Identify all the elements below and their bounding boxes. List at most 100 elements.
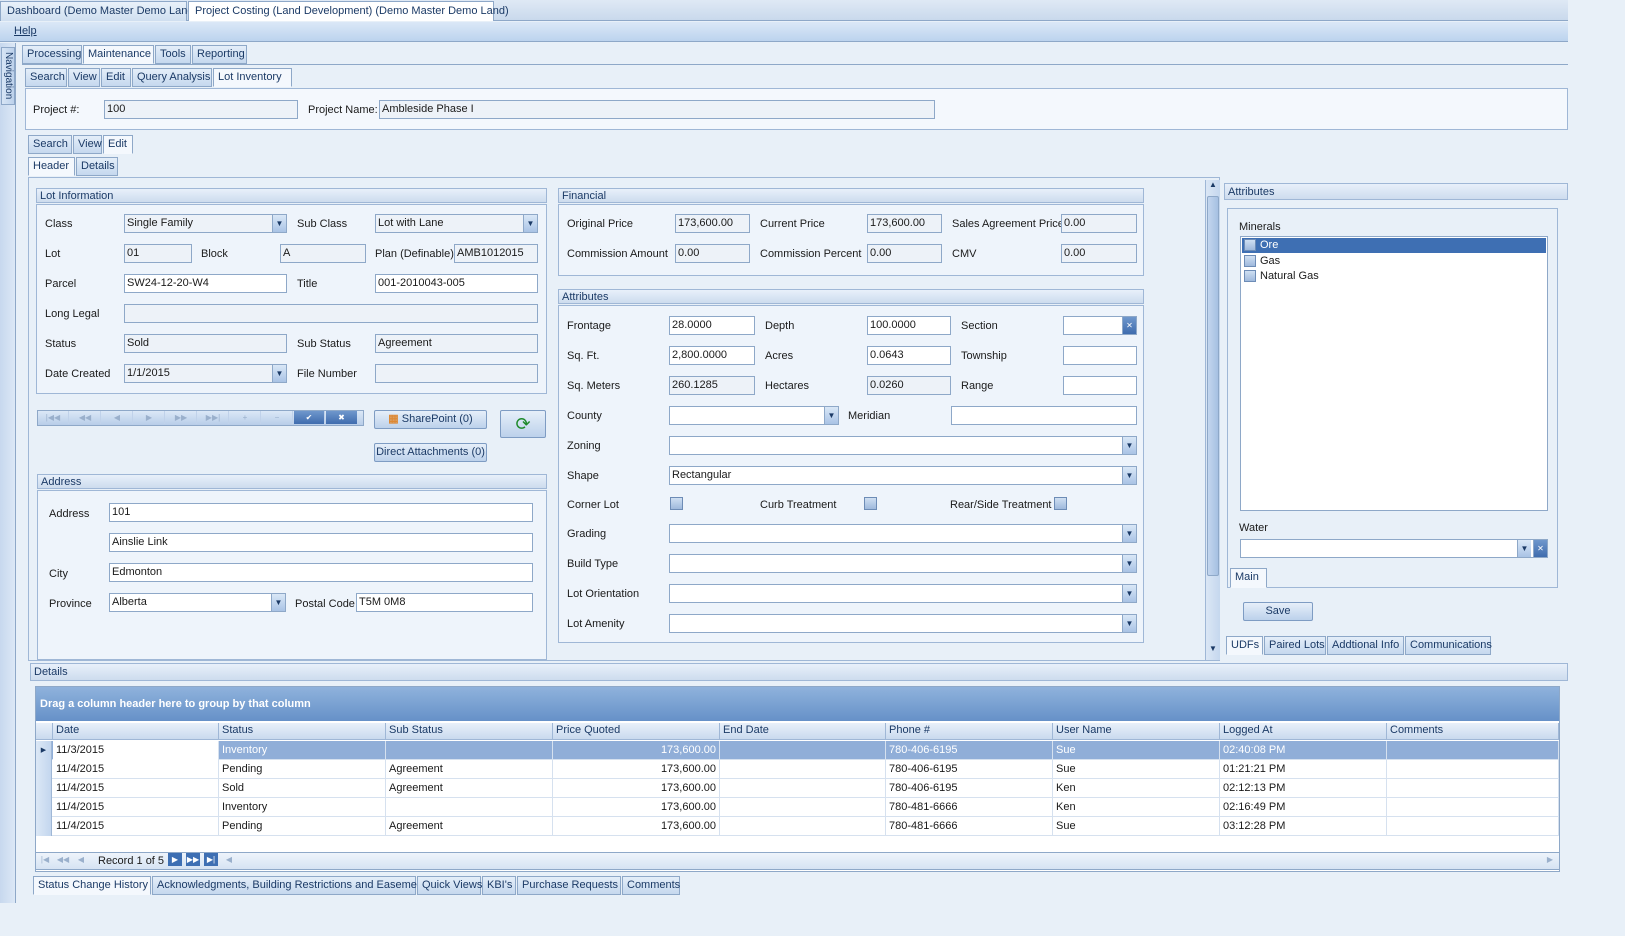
next-record-icon[interactable]: ▶ (168, 853, 182, 866)
postal-code-field[interactable]: T5M 0M8 (356, 593, 533, 612)
project-name-field[interactable]: Ambleside Phase I (379, 100, 935, 119)
table-cell[interactable]: Pending (219, 817, 386, 836)
commission-amount-field[interactable]: 0.00 (675, 244, 750, 263)
refresh-icon[interactable]: ⟳ (500, 410, 546, 438)
plan-field[interactable]: AMB1012015 (454, 244, 538, 263)
sharepoint-button[interactable]: ▦ SharePoint (0) (374, 410, 487, 429)
table-cell[interactable]: 780-406-6195 (886, 779, 1053, 798)
rear-side-treatment-checkbox[interactable] (1054, 497, 1067, 510)
table-cell[interactable]: Inventory (219, 798, 386, 817)
tab-lot-inventory[interactable]: Lot Inventory (213, 68, 292, 87)
table-cell[interactable]: Sold (219, 779, 386, 798)
table-cell[interactable]: Agreement (386, 760, 553, 779)
commission-percent-field[interactable]: 0.00 (867, 244, 942, 263)
first-record-icon[interactable]: |◀◀ (38, 411, 69, 424)
next-record-icon[interactable]: ▶ (134, 411, 165, 424)
tab-mode-search[interactable]: Search (28, 135, 72, 154)
table-cell[interactable]: 173,600.00 (553, 798, 720, 817)
table-cell[interactable] (1387, 760, 1559, 779)
table-cell[interactable]: Ken (1053, 779, 1220, 798)
section-field[interactable]: ✕ (1063, 316, 1137, 335)
row-indicator[interactable] (36, 798, 52, 817)
clear-icon[interactable]: ✕ (1122, 317, 1136, 334)
table-cell[interactable] (1387, 817, 1559, 836)
navigation-toggle[interactable]: Navigation (1, 47, 15, 105)
chevron-down-icon[interactable]: ▼ (1122, 585, 1136, 602)
mineral-item-natural-gas[interactable]: Natural Gas (1242, 269, 1546, 284)
subclass-select[interactable]: Lot with Lane ▼ (375, 214, 538, 233)
tab-mode-edit[interactable]: Edit (103, 135, 133, 154)
tab-udfs[interactable]: UDFs (1226, 636, 1263, 655)
scroll-down-icon[interactable]: ▼ (1206, 644, 1220, 658)
lot-orientation-select[interactable]: ▼ (669, 584, 1137, 603)
table-cell[interactable]: 780-406-6195 (886, 760, 1053, 779)
column-header[interactable]: Phone # (886, 723, 1053, 740)
first-record-icon[interactable]: |◀ (38, 853, 52, 866)
tab-additional-info[interactable]: Addtional Info (1327, 636, 1404, 655)
clear-icon[interactable]: ✕ (1533, 540, 1547, 557)
table-cell[interactable]: 173,600.00 (553, 779, 720, 798)
table-row[interactable]: 11/4/2015 Pending Agreement 173,600.00 780-4… (36, 817, 1559, 836)
tab-search[interactable]: Search (25, 68, 67, 87)
table-cell[interactable]: 11/4/2015 (53, 798, 219, 817)
tab-purchase-requests[interactable]: Purchase Requests (517, 876, 621, 895)
save-button[interactable]: Save (1243, 602, 1313, 621)
chevron-down-icon[interactable]: ▼ (1122, 525, 1136, 542)
row-indicator[interactable] (36, 779, 52, 798)
corner-lot-checkbox[interactable] (670, 497, 683, 510)
table-cell[interactable] (720, 817, 886, 836)
scroll-right-icon[interactable]: ▶ (1543, 853, 1557, 866)
lot-amenity-select[interactable]: ▼ (669, 614, 1137, 633)
frontage-field[interactable]: 28.0000 (669, 316, 755, 335)
table-cell[interactable]: 11/3/2015 (53, 741, 219, 760)
tab-acknowledgments[interactable]: Acknowledgments, Building Restrictions a… (152, 876, 432, 895)
table-row[interactable]: 11/4/2015 Sold Agreement 173,600.00 780-406-… (36, 779, 1559, 798)
table-cell[interactable] (720, 779, 886, 798)
tab-mode-view[interactable]: View (73, 135, 102, 154)
delete-record-icon[interactable]: − (262, 411, 293, 424)
table-row[interactable]: 11/4/2015 Pending Agreement 173,600.00 780-4… (36, 760, 1559, 779)
address-line2-field[interactable]: Ainslie Link (109, 533, 533, 552)
title-field[interactable]: 001-2010043-005 (375, 274, 538, 293)
chevron-down-icon[interactable]: ▼ (824, 407, 838, 424)
status-field[interactable]: Sold (124, 334, 287, 353)
chevron-down-icon[interactable]: ▼ (1122, 615, 1136, 632)
table-cell[interactable]: 173,600.00 (553, 760, 720, 779)
chevron-down-icon[interactable]: ▼ (523, 215, 537, 232)
confirm-icon[interactable]: ✔ (294, 411, 325, 424)
table-cell[interactable]: 11/4/2015 (53, 760, 219, 779)
table-cell[interactable]: Inventory (219, 741, 386, 760)
build-type-select[interactable]: ▼ (669, 554, 1137, 573)
mineral-item-gas[interactable]: Gas (1242, 254, 1546, 269)
depth-field[interactable]: 100.0000 (867, 316, 951, 335)
sqm-field[interactable]: 260.1285 (669, 376, 755, 395)
tab-comments[interactable]: Comments (622, 876, 680, 895)
province-select[interactable]: Alberta ▼ (109, 593, 286, 612)
class-select[interactable]: Single Family ▼ (124, 214, 287, 233)
mineral-checkbox[interactable] (1244, 270, 1256, 282)
grading-select[interactable]: ▼ (669, 524, 1137, 543)
tab-header[interactable]: Header (28, 157, 75, 176)
add-record-icon[interactable]: + (230, 411, 261, 424)
next-page-icon[interactable]: ▶▶ (166, 411, 197, 424)
chevron-down-icon[interactable]: ▼ (272, 215, 286, 232)
prev-page-icon[interactable]: ◀◀ (56, 853, 70, 866)
table-cell[interactable]: Sue (1053, 741, 1220, 760)
table-cell[interactable] (720, 760, 886, 779)
table-cell[interactable]: 01:21:21 PM (1220, 760, 1387, 779)
acres-field[interactable]: 0.0643 (867, 346, 951, 365)
mineral-checkbox[interactable] (1244, 255, 1256, 267)
table-cell[interactable]: 173,600.00 (553, 741, 720, 760)
meridian-field[interactable] (951, 406, 1137, 425)
column-header[interactable]: End Date (720, 723, 886, 740)
chevron-down-icon[interactable]: ▼ (1122, 437, 1136, 454)
table-cell[interactable]: Agreement (386, 779, 553, 798)
tab-edit[interactable]: Edit (101, 68, 131, 87)
chevron-down-icon[interactable]: ▼ (271, 594, 285, 611)
row-indicator[interactable] (36, 817, 52, 836)
cancel-icon[interactable]: ✖ (326, 411, 357, 424)
column-header[interactable]: Sub Status (386, 723, 553, 740)
table-cell[interactable]: 02:12:13 PM (1220, 779, 1387, 798)
date-created-picker[interactable]: 1/1/2015 ▼ (124, 364, 287, 383)
block-field[interactable]: A (280, 244, 366, 263)
